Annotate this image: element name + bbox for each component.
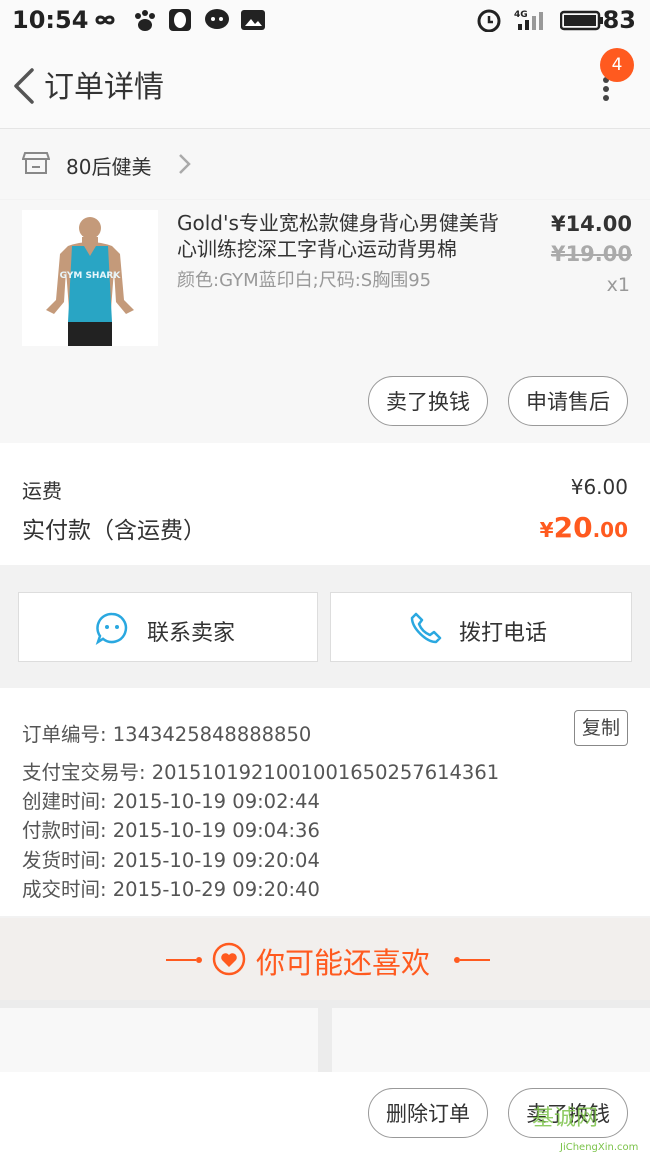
product-quantity: x1 <box>606 274 630 296</box>
recommend-header: 你可能还喜欢 <box>0 918 650 1000</box>
page-title: 订单详情 <box>44 70 164 105</box>
alarm-icon <box>477 9 501 32</box>
recommend-cards <box>0 1000 650 1072</box>
recommend-card[interactable] <box>332 1008 650 1072</box>
status-bar: 10:54 4G 83 <box>0 0 650 40</box>
battery-icon <box>560 10 603 31</box>
shop-name: 80后健美 <box>66 155 152 179</box>
paw-icon <box>135 10 155 31</box>
paid-integer: 20 <box>553 511 593 544</box>
apply-after-sale-button[interactable]: 申请售后 <box>508 376 628 426</box>
chevron-right-icon <box>179 154 191 174</box>
created-time: 创建时间: 2015-10-19 09:02:44 <box>22 790 320 813</box>
fee-summary: 运费 ¥6.00 实付款（含运费） ¥20.00 <box>0 443 650 565</box>
product-image[interactable]: GYM SHARK <box>22 210 158 346</box>
shipping-label: 运费 <box>22 479 62 503</box>
infinity-icon <box>95 15 115 25</box>
contact-bar: 联系卖家 拨打电话 <box>0 584 650 672</box>
product-title[interactable]: Gold's专业宽松款健身背心男健美背心训练挖深工字背心运动背男棉 <box>177 210 517 262</box>
shipped-time: 发货时间: 2015-10-19 09:20:04 <box>22 849 320 872</box>
product-spec: 颜色:GYM蓝印白;尺码:S胸围95 <box>177 270 432 291</box>
paid-label: 实付款（含运费） <box>22 518 206 544</box>
watermark-text: 基诚网 <box>532 1106 599 1131</box>
chat-bubble-icon <box>205 9 229 29</box>
contact-seller-button[interactable]: 联系卖家 <box>18 592 318 662</box>
call-phone-label: 拨打电话 <box>459 621 548 646</box>
recommend-title: 你可能还喜欢 <box>256 946 431 980</box>
paid-currency: ¥ <box>539 518 554 542</box>
right-divider-icon <box>454 957 490 963</box>
heart-icon <box>212 942 246 976</box>
sell-for-cash-button[interactable]: 卖了换钱 <box>368 376 488 426</box>
notification-badge: 4 <box>600 48 634 82</box>
paid-decimal: .00 <box>592 518 628 542</box>
product-card: GYM SHARK Gold's专业宽松款健身背心男健美背心训练挖深工字背心运动… <box>0 200 650 443</box>
shipping-value: ¥6.00 <box>570 475 628 499</box>
completed-time: 成交时间: 2015-10-29 09:20:40 <box>22 878 320 901</box>
copy-button[interactable]: 复制 <box>574 710 628 746</box>
recommend-card[interactable] <box>0 1008 318 1072</box>
phone-icon <box>410 612 442 644</box>
alipay-trade-number: 支付宝交易号: 2015101921001001650257614361 <box>22 761 500 784</box>
signal-icon: 4G <box>514 10 543 30</box>
shop-icon <box>22 152 50 174</box>
image-message-icon <box>241 10 265 30</box>
delete-order-button[interactable]: 删除订单 <box>368 1088 488 1138</box>
battery-percent: 83 <box>602 6 636 34</box>
watermark-url: JiChengXin.com <box>560 1142 639 1153</box>
order-info: 订单编号: 1343425848888850 支付宝交易号: 201510192… <box>0 688 650 916</box>
chat-icon <box>95 612 128 645</box>
paid-amount: ¥20.00 <box>540 511 628 544</box>
paid-time: 付款时间: 2015-10-19 09:04:36 <box>22 819 320 842</box>
shop-row[interactable]: 80后健美 <box>0 129 650 199</box>
back-arrow-icon[interactable] <box>10 66 38 106</box>
contact-seller-label: 联系卖家 <box>147 621 236 646</box>
product-original-price: ¥19.00 <box>550 242 632 266</box>
call-phone-button[interactable]: 拨打电话 <box>330 592 632 662</box>
svg-text:4G: 4G <box>514 10 528 20</box>
order-number: 订单编号: 1343425848888850 <box>22 723 312 746</box>
left-divider-icon <box>166 957 202 963</box>
product-price: ¥14.00 <box>550 212 632 236</box>
penguin-icon <box>169 9 191 31</box>
nav-bar: 订单详情 4 <box>0 40 650 129</box>
status-time: 10:54 <box>12 6 89 34</box>
shirt-print: GYM SHARK <box>60 271 122 281</box>
